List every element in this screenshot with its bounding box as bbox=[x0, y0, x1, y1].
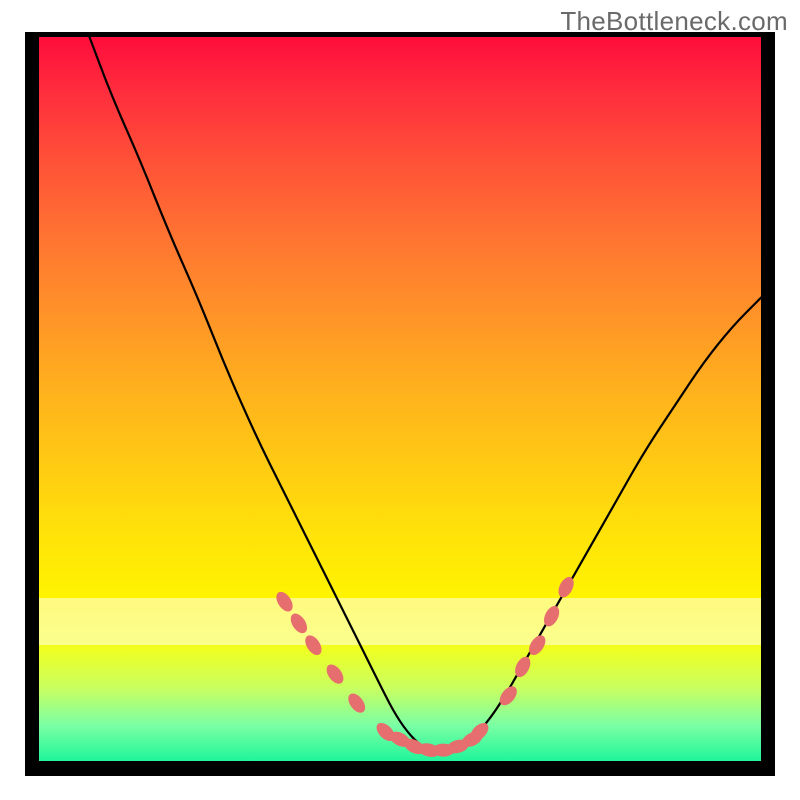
marker-group bbox=[273, 574, 577, 759]
bottleneck-curve bbox=[90, 37, 762, 754]
curve-marker bbox=[345, 690, 369, 715]
curve-marker bbox=[555, 574, 576, 599]
curve-marker bbox=[287, 611, 310, 637]
curve-marker bbox=[323, 661, 347, 686]
curve-marker bbox=[541, 603, 562, 628]
chart-outer-border bbox=[25, 32, 775, 776]
curve-marker bbox=[512, 654, 533, 679]
watermark-text: TheBottleneck.com bbox=[560, 6, 788, 37]
chart-frame: TheBottleneck.com bbox=[0, 0, 800, 800]
curve-marker bbox=[302, 632, 325, 658]
curve-svg bbox=[39, 37, 761, 761]
curve-marker bbox=[273, 589, 296, 615]
plot-area bbox=[39, 37, 761, 761]
